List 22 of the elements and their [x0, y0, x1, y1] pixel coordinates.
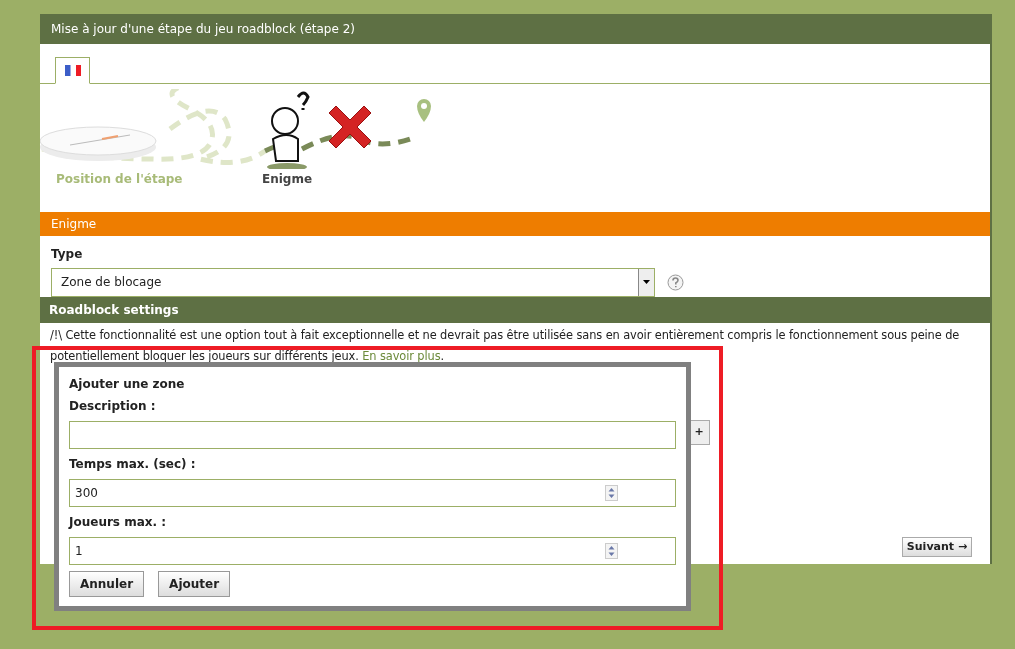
- field-label: Temps max. (sec) :: [69, 456, 197, 473]
- field-label: Description :: [69, 398, 157, 415]
- type-select[interactable]: Zone de blocage: [51, 267, 655, 297]
- dropdown-arrow-icon: [643, 280, 650, 284]
- help-icon[interactable]: [667, 273, 684, 291]
- field-label: Joueurs max. :: [69, 514, 168, 531]
- dialog-button[interactable]: Ajouter: [158, 571, 231, 597]
- dialog-title: Ajouter une zone: [69, 376, 186, 393]
- spinner-icon[interactable]: [605, 485, 618, 501]
- spinner-icon[interactable]: [605, 543, 618, 559]
- section-title: Enigme: [51, 216, 97, 233]
- panel-title: Mise à jour d'une étape du jeu roadblock (étape 2): [51, 21, 355, 38]
- language-tab[interactable]: [55, 57, 90, 84]
- next-button[interactable]: Suivant →: [902, 537, 972, 557]
- step-label: Position de l'étape: [56, 171, 183, 188]
- step-label: Enigme: [262, 171, 313, 188]
- flag-icon: [64, 65, 81, 76]
- input-field[interactable]: 300: [69, 479, 676, 507]
- input-field[interactable]: 1: [69, 537, 676, 565]
- section-title: Roadblock settings: [49, 302, 179, 319]
- dialog-button[interactable]: Annuler: [69, 571, 145, 597]
- type-label: Type: [51, 246, 84, 263]
